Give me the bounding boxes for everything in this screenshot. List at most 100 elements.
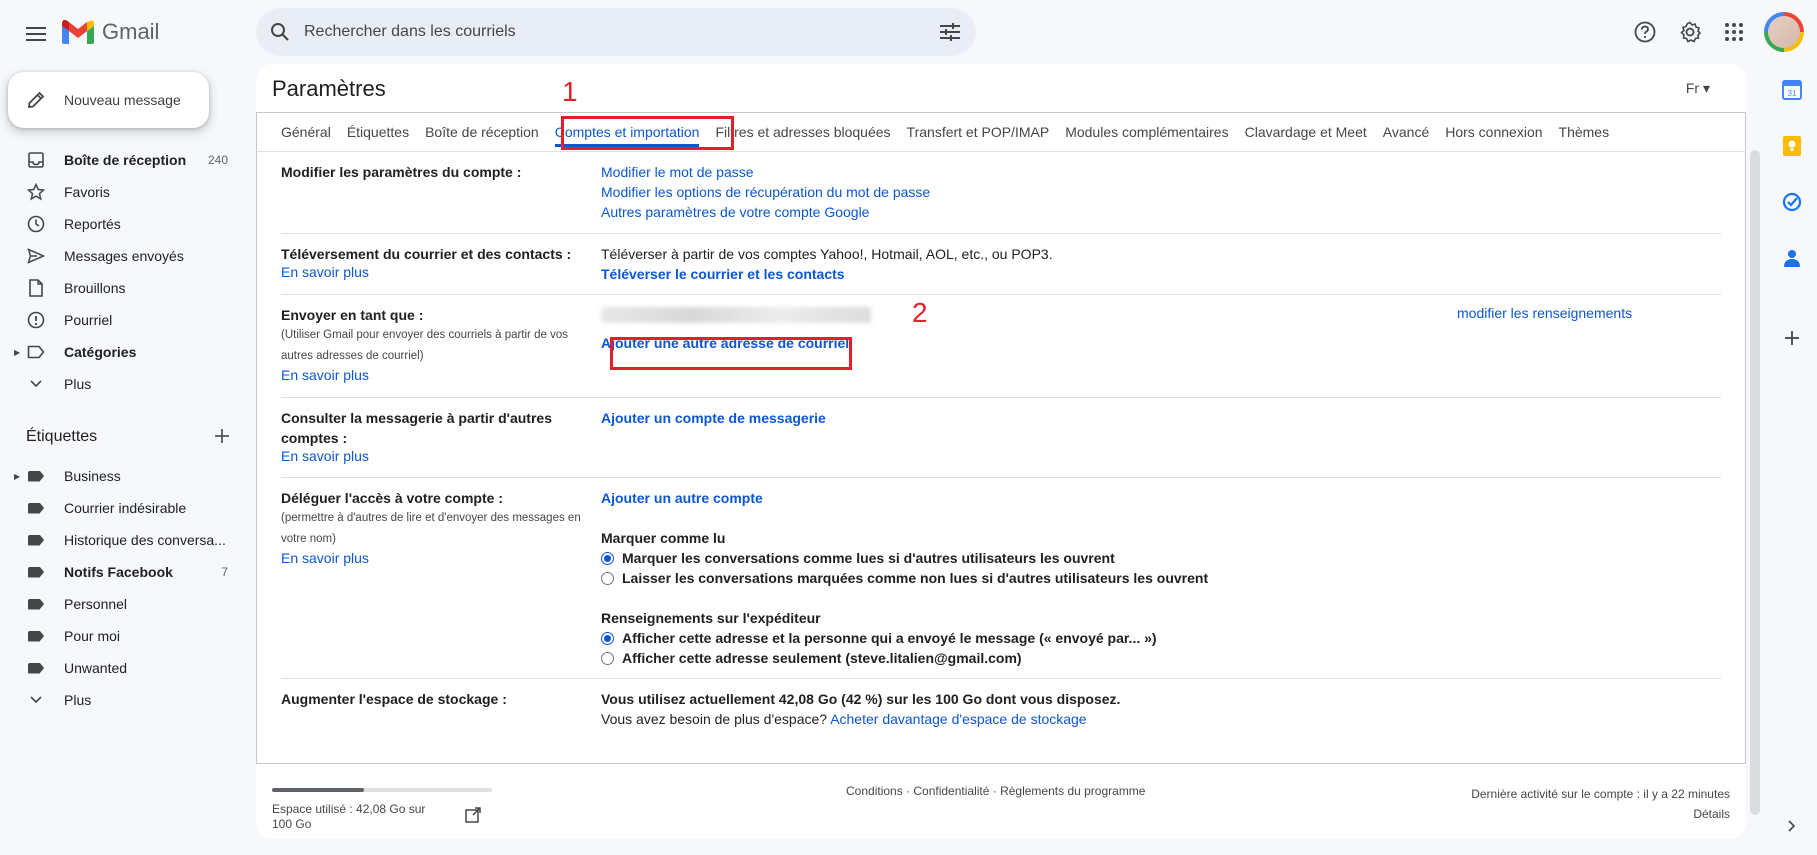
search-input[interactable] (304, 8, 924, 56)
tab-advanced[interactable]: Avancé (1383, 124, 1429, 140)
tab-offline[interactable]: Hors connexion (1445, 124, 1542, 140)
settings-content: Modifier les paramètres du compte : Modi… (256, 152, 1746, 764)
compose-button[interactable]: Nouveau message (8, 72, 209, 128)
radio-unselected[interactable] (601, 651, 614, 665)
sidebar-item-label: Catégories (64, 344, 137, 360)
row-import: Téléversement du courrier et des contact… (281, 234, 1721, 295)
tab-labels[interactable]: Étiquettes (347, 124, 409, 140)
tab-forwarding[interactable]: Transfert et POP/IMAP (907, 124, 1050, 140)
keep-app-button[interactable] (1780, 134, 1804, 158)
open-external-icon[interactable] (464, 806, 482, 824)
tab-chat-meet[interactable]: Clavardage et Meet (1245, 124, 1367, 140)
option-label: Marquer les conversations comme lues si … (622, 550, 1115, 566)
add-mail-account-link[interactable]: Ajouter un compte de messagerie (601, 410, 826, 426)
vertical-scrollbar[interactable] (1750, 150, 1760, 815)
chevron-down-icon (26, 690, 46, 710)
storage-usage-text: Vous utilisez actuellement 42,08 Go (42 … (601, 691, 1121, 707)
sidebar-item-label: Pourriel (64, 312, 113, 328)
sender-info-option-2[interactable]: Afficher cette adresse seulement (steve.… (601, 648, 1701, 668)
search-options-button[interactable] (924, 8, 976, 56)
sidebar-item-snoozed[interactable]: Reportés (0, 208, 240, 240)
sender-info-heading: Renseignements sur l'expéditeur (601, 610, 821, 626)
row-title: Déléguer l'accès à votre compte : (281, 490, 503, 506)
storage-progress-fill (272, 788, 365, 792)
tab-general[interactable]: Général (281, 124, 331, 140)
row-account-settings: Modifier les paramètres du compte : Modi… (281, 152, 1721, 234)
last-activity-text: Dernière activité sur le compte : il y a… (1471, 787, 1730, 801)
gmail-m-icon (62, 20, 94, 44)
sidebar-item-label: Boîte de réception (64, 152, 187, 168)
tab-themes[interactable]: Thèmes (1559, 124, 1610, 140)
sidebar-item-sent[interactable]: Messages envoyés (0, 240, 240, 272)
mark-read-option-1[interactable]: Marquer les conversations comme lues si … (601, 548, 1701, 568)
sidebar-item-inbox[interactable]: Boîte de réception 240 (0, 144, 240, 176)
caret-right-icon[interactable]: ▶ (14, 348, 20, 357)
mark-as-read-heading: Marquer comme lu (601, 530, 726, 546)
account-avatar[interactable] (1764, 12, 1804, 52)
input-tools-button[interactable]: Fr ▾ (1686, 80, 1710, 97)
google-apps-button[interactable] (1716, 14, 1752, 50)
apps-grid-icon (1725, 23, 1743, 41)
labels-more[interactable]: Plus (0, 684, 240, 716)
learn-more-link[interactable]: En savoir plus (281, 448, 369, 464)
show-side-panel-button[interactable] (1780, 814, 1804, 838)
annotation-box-tab (561, 116, 734, 150)
label-item-junk[interactable]: Courrier indésirable (0, 492, 240, 524)
contacts-app-button[interactable] (1780, 246, 1804, 270)
labels-heading: Étiquettes (26, 428, 98, 445)
radio-unselected[interactable] (601, 571, 614, 585)
edit-info-link[interactable]: modifier les renseignements (1457, 305, 1632, 321)
caret-right-icon[interactable]: ▶ (14, 472, 20, 481)
learn-more-link[interactable]: En savoir plus (281, 367, 369, 383)
buy-storage-link[interactable]: Acheter davantage d'espace de stockage (830, 711, 1086, 727)
label-tag-icon (26, 530, 46, 550)
label-item-for-me[interactable]: Pour moi (0, 620, 240, 652)
tab-addons[interactable]: Modules complémentaires (1065, 124, 1228, 140)
main-menu-button[interactable] (18, 16, 54, 52)
row-title: Téléversement du courrier et des contact… (281, 246, 572, 262)
learn-more-link[interactable]: En savoir plus (281, 264, 369, 280)
calendar-app-button[interactable]: 31 (1780, 78, 1804, 102)
label-item-chat-history[interactable]: Historique des conversa... (0, 524, 240, 556)
avatar-photo (1768, 16, 1800, 48)
tab-filters[interactable]: Filtres et adresses bloquées (715, 124, 890, 140)
support-button[interactable] (1627, 14, 1663, 50)
settings-button[interactable] (1672, 14, 1708, 50)
label-item-unwanted[interactable]: Unwanted (0, 652, 240, 684)
recovery-options-link[interactable]: Modifier les options de récupération du … (601, 184, 930, 200)
sidebar-item-more[interactable]: Plus (0, 368, 240, 400)
row-title: Modifier les paramètres du compte : (281, 164, 522, 180)
sidebar-item-label: Reportés (64, 216, 121, 232)
import-mail-contacts-link[interactable]: Téléverser le courrier et les contacts (601, 266, 845, 282)
label-item-business[interactable]: ▶ Business (0, 460, 240, 492)
footer-links[interactable]: Conditions · Confidentialité · Règlement… (846, 784, 1145, 798)
radio-selected[interactable] (601, 551, 614, 565)
pencil-icon (27, 91, 45, 109)
details-link[interactable]: Détails (1471, 804, 1730, 824)
keep-icon (1783, 136, 1801, 156)
learn-more-link[interactable]: En savoir plus (281, 550, 369, 566)
sidebar-item-categories[interactable]: ▶ Catégories (0, 336, 240, 368)
label-item-personal[interactable]: Personnel (0, 588, 240, 620)
label-item-facebook[interactable]: Notifs Facebook 7 (0, 556, 240, 588)
tasks-app-button[interactable] (1780, 190, 1804, 214)
sender-info-option-1[interactable]: Afficher cette adresse et la personne qu… (601, 628, 1701, 648)
sidebar-item-drafts[interactable]: Brouillons (0, 272, 240, 304)
row-storage: Augmenter l'espace de stockage : Vous ut… (281, 679, 1721, 739)
gmail-logo[interactable]: Gmail (62, 16, 159, 48)
mark-read-option-2[interactable]: Laisser les conversations marquées comme… (601, 568, 1701, 588)
get-addons-button[interactable] (1780, 326, 1804, 350)
create-label-button[interactable] (210, 424, 234, 448)
change-password-link[interactable]: Modifier le mot de passe (601, 164, 754, 180)
search-button[interactable] (256, 8, 304, 56)
add-delegate-account-link[interactable]: Ajouter un autre compte (601, 490, 763, 506)
radio-selected[interactable] (601, 631, 614, 645)
dropdown-caret-icon: ▾ (1702, 80, 1710, 96)
tab-inbox[interactable]: Boîte de réception (425, 124, 539, 140)
sidebar-item-starred[interactable]: Favoris (0, 176, 240, 208)
pencil-icon-wrap (8, 72, 64, 128)
label-item-label: Personnel (64, 596, 128, 612)
google-account-settings-link[interactable]: Autres paramètres de votre compte Google (601, 204, 869, 220)
sidebar-item-spam[interactable]: Pourriel (0, 304, 240, 336)
label-item-label: Notifs Facebook (64, 564, 173, 580)
